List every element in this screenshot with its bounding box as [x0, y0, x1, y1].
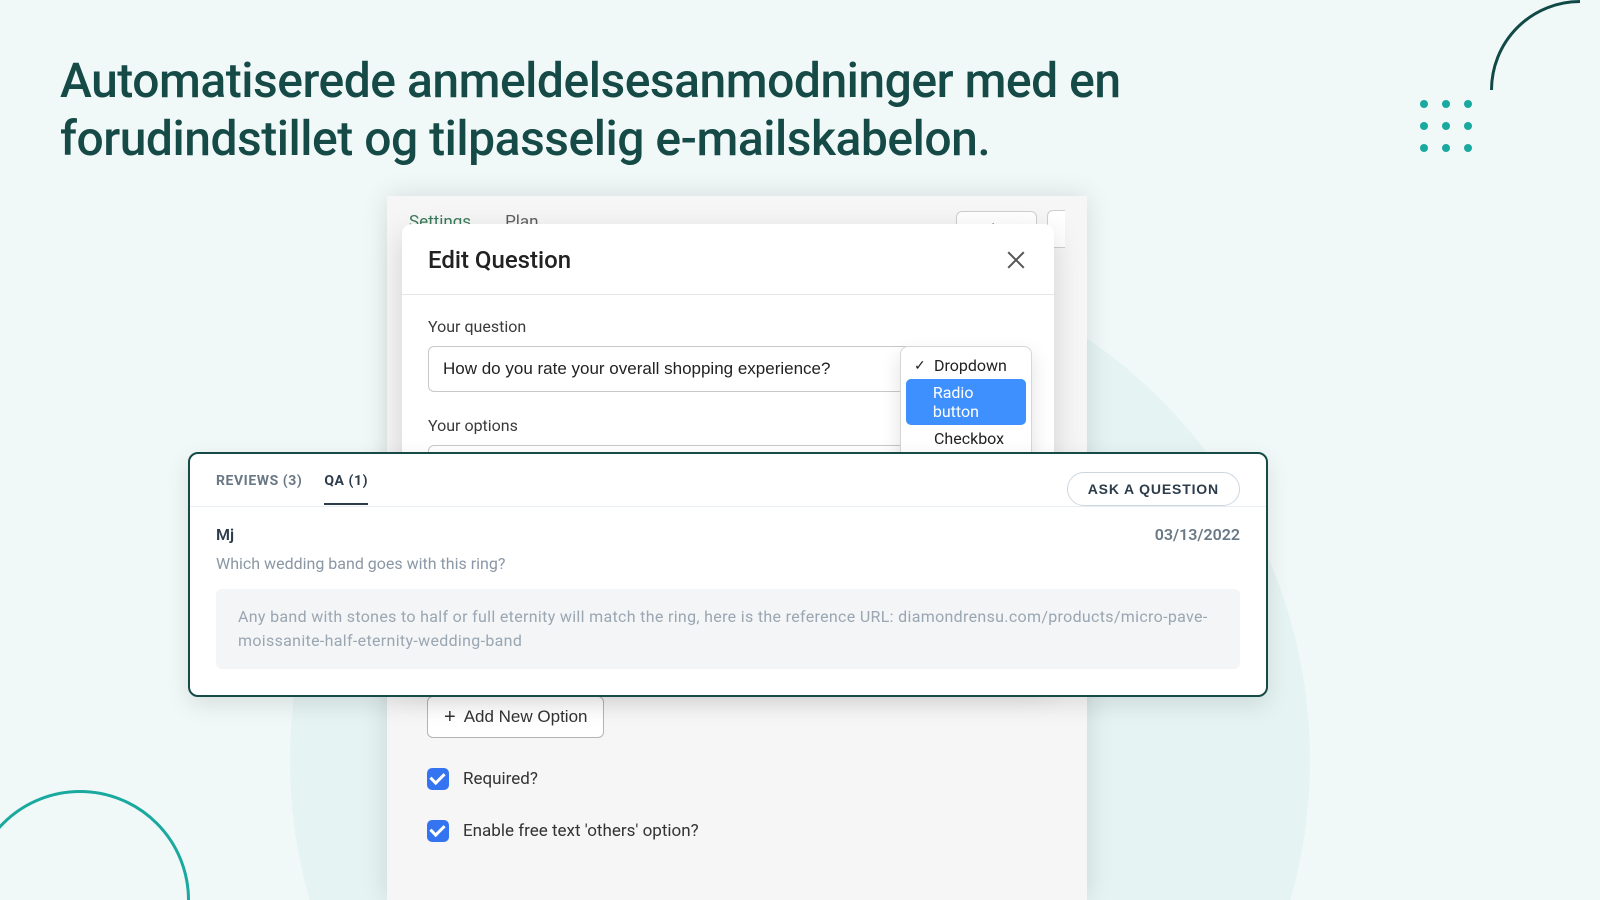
check-icon: ✓: [914, 358, 928, 374]
tab-qa[interactable]: QA (1): [324, 473, 368, 505]
type-option-radio[interactable]: Radio button: [906, 379, 1026, 425]
decorative-arc-top-right: [1490, 0, 1600, 180]
type-option-dropdown[interactable]: ✓ Dropdown: [906, 352, 1026, 379]
tab-reviews[interactable]: REVIEWS (3): [216, 473, 302, 505]
qa-panel: REVIEWS (3) QA (1) ASK A QUESTION Mj 03/…: [188, 452, 1268, 697]
close-icon[interactable]: [1004, 248, 1028, 272]
decorative-dots: [1420, 100, 1472, 152]
add-new-option-button[interactable]: + Add New Option: [427, 696, 604, 738]
qa-question-text: Which wedding band goes with this ring?: [216, 554, 1240, 573]
type-option-checkbox[interactable]: Checkbox: [906, 425, 1026, 452]
decorative-arc-bottom-left: [0, 790, 190, 900]
required-label: Required?: [463, 769, 538, 789]
add-option-label: Add New Option: [464, 707, 588, 727]
qa-date: 03/13/2022: [1155, 525, 1240, 544]
enable-others-checkbox[interactable]: [427, 820, 449, 842]
enable-others-label: Enable free text 'others' option?: [463, 821, 699, 841]
required-checkbox[interactable]: [427, 768, 449, 790]
page-headline: Automatiserede anmeldelsesanmodninger me…: [60, 52, 1240, 167]
divider: [190, 506, 1266, 507]
qa-author: Mj: [216, 525, 234, 544]
qa-answer-text: Any band with stones to half or full ete…: [216, 589, 1240, 669]
modal-title: Edit Question: [428, 246, 571, 274]
type-option-label: Checkbox: [934, 429, 1004, 448]
type-option-label: Radio button: [933, 383, 1016, 421]
plus-icon: +: [444, 707, 456, 727]
ask-a-question-button[interactable]: ASK A QUESTION: [1067, 472, 1240, 506]
type-option-label: Dropdown: [934, 356, 1007, 375]
your-question-label: Your question: [428, 317, 1028, 336]
